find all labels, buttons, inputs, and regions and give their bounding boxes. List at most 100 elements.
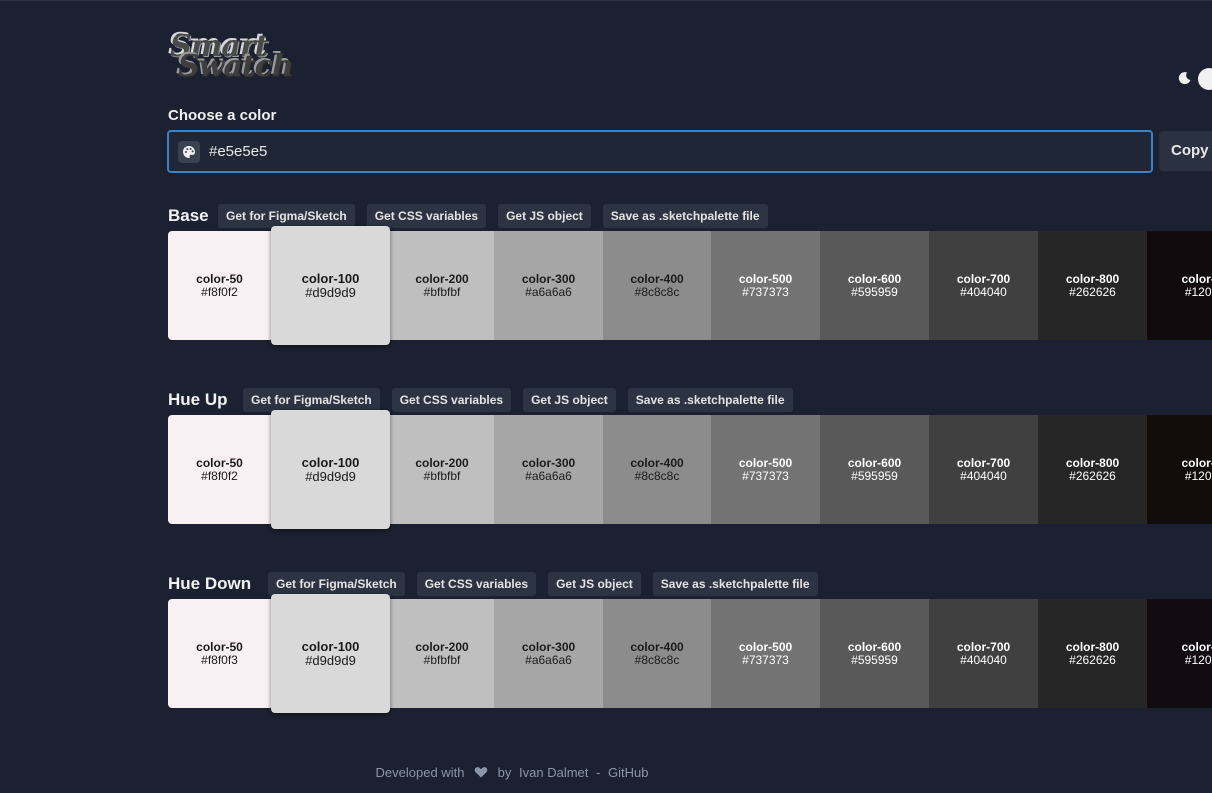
color-swatch[interactable]: color-800 #262626 [1038, 231, 1147, 340]
color-swatch[interactable]: color-600 #595959 [820, 415, 929, 524]
swatch-hex: #d9d9d9 [305, 468, 356, 484]
swatch-row: color-50 #f8f0f2 color-100 #d9d9d9 color-200… [168, 410, 1212, 529]
swatch-name: color-700 [956, 455, 1011, 470]
moon-icon [1178, 72, 1191, 85]
swatch-name: color-500 [738, 271, 793, 286]
sketchpalette-button[interactable]: Save as .sketchpalette file [602, 204, 768, 228]
color-swatch[interactable]: color-300 #a6a6a6 [494, 599, 603, 708]
color-swatch[interactable]: color-9#120d [1147, 415, 1212, 524]
swatch-hex: #262626 [1069, 468, 1116, 483]
js-object-button[interactable]: Get JS object [548, 572, 641, 596]
figma-export-button[interactable]: Get for Figma/Sketch [218, 204, 355, 228]
copy-button[interactable]: Copy [1159, 131, 1212, 171]
export-actions: Get for Figma/Sketch Get CSS variables Get… [243, 388, 793, 412]
color-swatch[interactable]: color-400 #8c8c8c [603, 415, 711, 524]
swatch-name: color-100 [301, 454, 360, 470]
swatch-name: color-50 [196, 639, 243, 654]
swatch-row: color-50 #f8f0f2 color-100 #d9d9d9 color-200… [168, 226, 1212, 345]
swatch-name: color-100 [301, 270, 360, 286]
color-swatch[interactable]: color-50 #f8f0f2 [168, 415, 271, 524]
swatch-hex: #8c8c8c [634, 468, 680, 483]
color-swatch[interactable]: color-500 #737373 [711, 231, 820, 340]
swatch-name: color-9 [1181, 271, 1212, 286]
swatch-hex: #595959 [851, 652, 898, 667]
footer-prefix: Developed with [375, 765, 465, 780]
swatch-name: color-50 [196, 455, 243, 470]
swatch-name: color-500 [738, 639, 793, 654]
color-swatch[interactable]: color-600 #595959 [820, 231, 929, 340]
logo-line-2: Swatch [178, 49, 294, 84]
swatch-name: color-9 [1181, 455, 1212, 470]
sketchpalette-button[interactable]: Save as .sketchpalette file [652, 572, 818, 596]
footer-by: by [497, 765, 512, 780]
swatch-name: color-700 [956, 639, 1011, 654]
swatch-hex: #bfbfbf [423, 284, 461, 299]
color-swatch[interactable]: color-800 #262626 [1038, 599, 1147, 708]
color-swatch[interactable]: color-100 #d9d9d9 [271, 594, 390, 713]
swatch-hex: #120b [1184, 652, 1212, 667]
swatch-hex: #f8f0f2 [201, 284, 238, 299]
swatch-name: color-50 [196, 271, 243, 286]
js-object-button[interactable]: Get JS object [523, 388, 616, 412]
swatch-name: color-400 [630, 455, 684, 470]
figma-export-button[interactable]: Get for Figma/Sketch [243, 388, 380, 412]
color-input-wrapper [167, 130, 1153, 173]
color-swatch[interactable]: color-50 #f8f0f2 [168, 231, 271, 340]
swatch-name: color-800 [1065, 271, 1120, 286]
color-swatch[interactable]: color-9#120b [1147, 231, 1212, 340]
color-swatch[interactable]: color-9#120b [1147, 599, 1212, 708]
color-swatch[interactable]: color-600 #595959 [820, 599, 929, 708]
color-swatch[interactable]: color-300 #a6a6a6 [494, 231, 603, 340]
swatch-hex: #737373 [742, 652, 789, 667]
palette-icon[interactable] [178, 141, 200, 163]
export-actions: Get for Figma/Sketch Get CSS variables Get… [218, 204, 768, 228]
swatch-name: color-100 [301, 638, 360, 654]
swatch-name: color-800 [1065, 455, 1120, 470]
color-swatch[interactable]: color-800 #262626 [1038, 415, 1147, 524]
swatch-name: color-600 [847, 639, 902, 654]
github-link[interactable]: GitHub [608, 765, 648, 780]
top-divider [0, 0, 1212, 1]
color-swatch[interactable]: color-200 #bfbfbf [390, 231, 494, 340]
swatch-hex: #595959 [851, 468, 898, 483]
swatch-name: color-700 [956, 271, 1011, 286]
color-swatch[interactable]: color-700 #404040 [929, 231, 1038, 340]
figma-export-button[interactable]: Get for Figma/Sketch [268, 572, 405, 596]
css-variables-button[interactable]: Get CSS variables [366, 204, 487, 228]
color-swatch[interactable]: color-400 #8c8c8c [603, 231, 711, 340]
color-swatch[interactable]: color-500 #737373 [711, 415, 820, 524]
swatch-name: color-600 [847, 455, 902, 470]
swatch-row: color-50 #f8f0f3 color-100 #d9d9d9 color-200… [168, 594, 1212, 713]
swatch-hex: #bfbfbf [423, 652, 461, 667]
color-swatch[interactable]: color-200 #bfbfbf [390, 415, 494, 524]
author-link[interactable]: Ivan Dalmet [519, 765, 588, 780]
color-input[interactable] [209, 143, 1109, 160]
swatch-hex: #f8f0f2 [201, 468, 238, 483]
swatch-hex: #595959 [851, 284, 898, 299]
color-swatch[interactable]: color-500 #737373 [711, 599, 820, 708]
swatch-hex: #404040 [960, 652, 1007, 667]
theme-toggle[interactable] [1178, 66, 1212, 92]
toggle-knob[interactable] [1198, 68, 1212, 90]
color-swatch[interactable]: color-200 #bfbfbf [390, 599, 494, 708]
color-swatch[interactable]: color-400 #8c8c8c [603, 599, 711, 708]
color-swatch[interactable]: color-50 #f8f0f3 [168, 599, 271, 708]
css-variables-button[interactable]: Get CSS variables [391, 388, 512, 412]
swatch-name: color-800 [1065, 639, 1120, 654]
export-actions: Get for Figma/Sketch Get CSS variables Get… [268, 572, 818, 596]
swatch-hex: #262626 [1069, 284, 1116, 299]
color-swatch[interactable]: color-300 #a6a6a6 [494, 415, 603, 524]
swatch-name: color-500 [738, 455, 793, 470]
color-swatch[interactable]: color-100 #d9d9d9 [271, 410, 390, 529]
swatch-hex: #404040 [960, 284, 1007, 299]
css-variables-button[interactable]: Get CSS variables [416, 572, 537, 596]
sketchpalette-button[interactable]: Save as .sketchpalette file [627, 388, 793, 412]
color-swatch[interactable]: color-700 #404040 [929, 415, 1038, 524]
js-object-button[interactable]: Get JS object [498, 204, 591, 228]
footer: Developed with by Ivan Dalmet - GitHub [0, 765, 1024, 780]
swatch-hex: #262626 [1069, 652, 1116, 667]
logo: Smart Swatch [168, 32, 318, 88]
color-swatch[interactable]: color-700 #404040 [929, 599, 1038, 708]
color-swatch[interactable]: color-100 #d9d9d9 [271, 226, 390, 345]
swatch-hex: #737373 [742, 468, 789, 483]
